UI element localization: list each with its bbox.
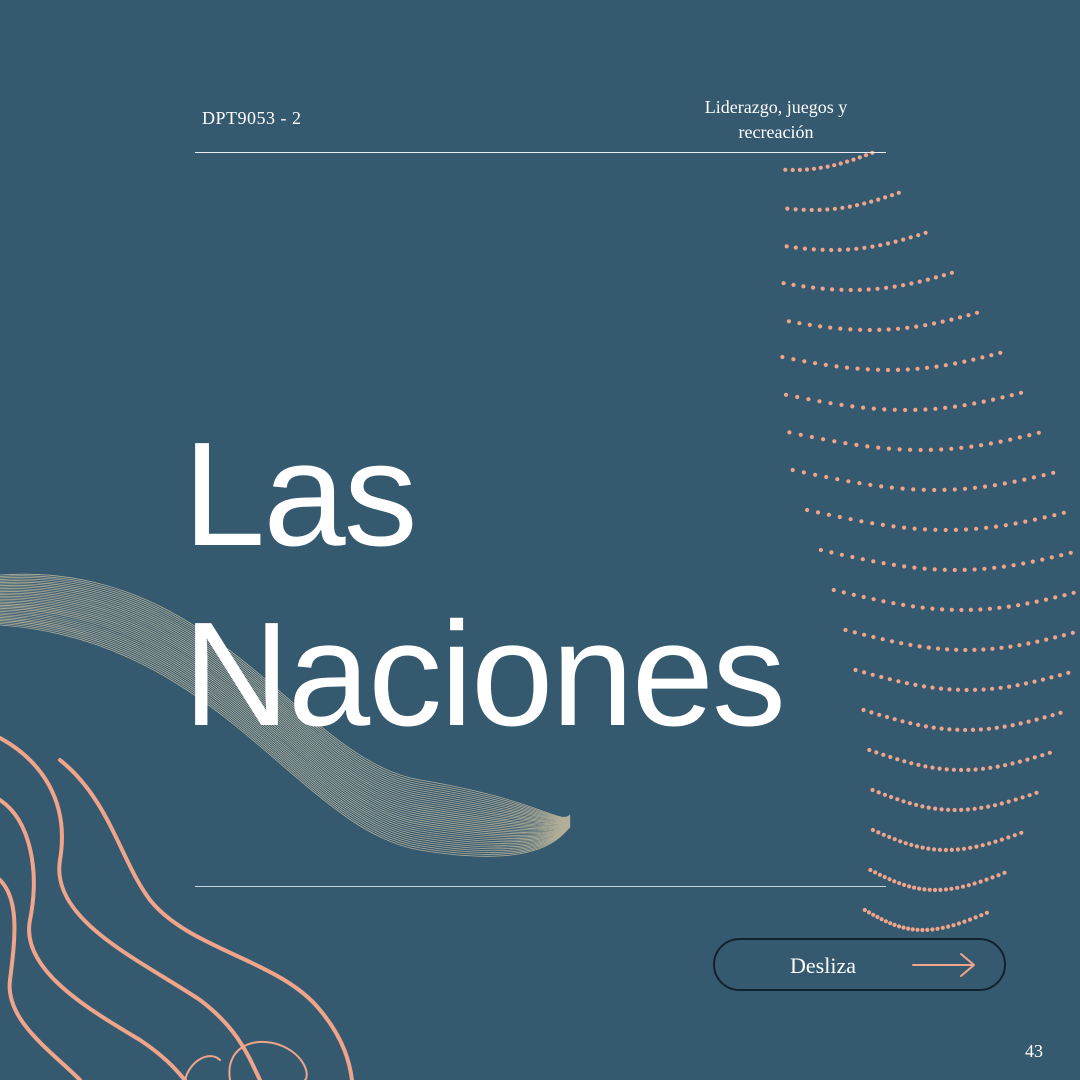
subject-line-1: Liderazgo, juegos y bbox=[704, 97, 848, 117]
subject-line-2: recreación bbox=[738, 122, 814, 142]
page-title: Las Naciones bbox=[183, 405, 786, 765]
subject-title: Liderazgo, juegos y recreación bbox=[676, 95, 876, 145]
header-divider bbox=[195, 152, 886, 153]
dotted-wave-decoration bbox=[780, 150, 1076, 933]
title-line-1: Las bbox=[183, 412, 418, 577]
page-number: 43 bbox=[1025, 1041, 1043, 1061]
arrow-right-icon bbox=[912, 953, 975, 977]
contour-lines-decoration bbox=[0, 736, 354, 1080]
swipe-button[interactable]: Desliza bbox=[713, 938, 1006, 991]
footer-divider bbox=[195, 886, 886, 887]
title-line-2: Naciones bbox=[183, 592, 786, 757]
swipe-button-label: Desliza bbox=[790, 953, 856, 978]
course-code: DPT9053 - 2 bbox=[202, 108, 302, 128]
